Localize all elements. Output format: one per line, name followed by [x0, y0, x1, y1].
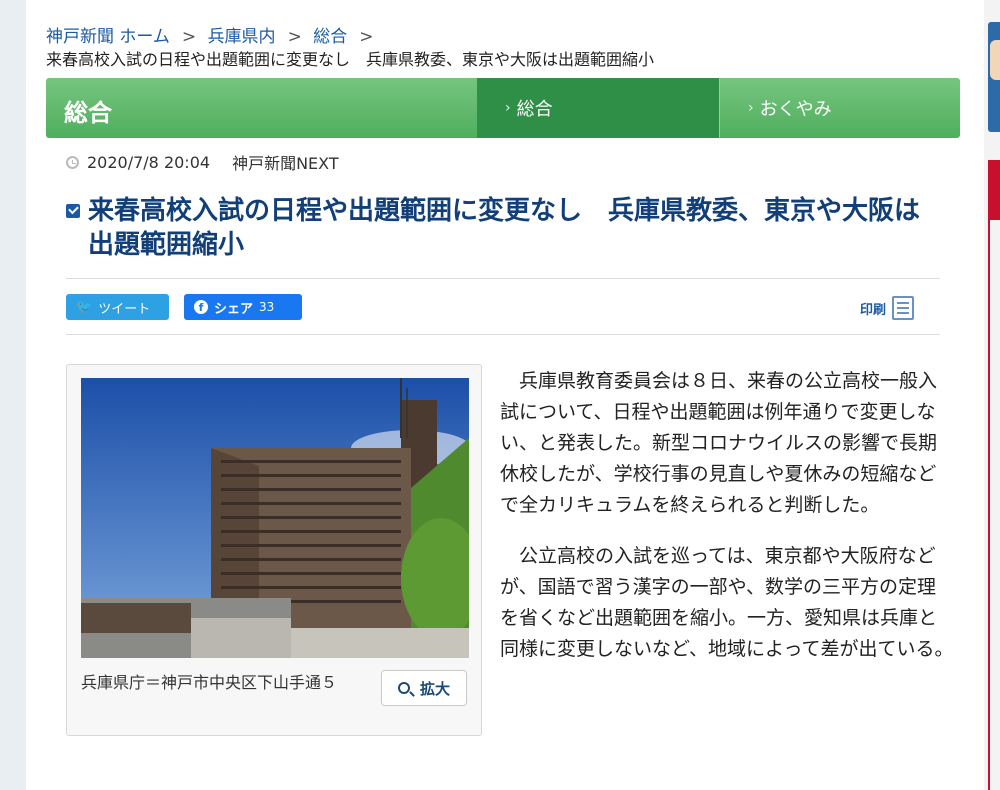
chevron-right-icon: ›: [748, 100, 754, 116]
divider: [66, 334, 940, 335]
breadcrumb-current-article: 来春高校入試の日程や出題範囲に変更なし 兵庫県教委、東京や大阪は出題範囲縮小: [46, 50, 655, 69]
tab-general[interactable]: › 総合: [477, 78, 719, 138]
magnifier-icon: [397, 682, 410, 694]
section-title: 総合: [64, 99, 112, 127]
tab-obituaries[interactable]: › おくやみ: [719, 78, 960, 138]
tab-label: 総合: [516, 99, 553, 120]
publish-datetime: 2020/7/8 20:04: [87, 152, 211, 172]
building-photo[interactable]: [81, 378, 469, 658]
share-count: 33: [259, 300, 275, 314]
article-headline: 来春高校入試の日程や出題範囲に変更なし 兵庫県教委、東京や大阪は出題範囲縮小: [66, 194, 936, 262]
twitter-icon: 🐦: [76, 299, 93, 315]
facebook-share-button[interactable]: f シェア 33: [184, 294, 302, 320]
tab-label: おくやみ: [759, 99, 832, 120]
side-banner: [988, 160, 1000, 220]
article-paragraph: 公立高校の入試を巡っては、東京都や大阪府などが、国語で習う漢字の一部や、数学の三…: [500, 545, 954, 660]
breadcrumb-separator: >: [181, 27, 197, 47]
tweet-button[interactable]: 🐦 ツイート: [66, 294, 169, 320]
breadcrumb-separator: >: [359, 27, 374, 47]
right-rail: [984, 0, 1000, 790]
zoom-button[interactable]: 拡大: [381, 670, 467, 706]
headline-text: 来春高校入試の日程や出題範囲に変更なし 兵庫県教委、東京や大阪は出題範囲縮小: [88, 196, 921, 260]
article-figure: 兵庫県庁＝神戸市中央区下山手通５ 拡大: [66, 364, 482, 736]
clock-icon: [66, 155, 79, 169]
zoom-label: 拡大: [419, 679, 450, 698]
facebook-icon: f: [194, 300, 208, 314]
share-label: シェア: [214, 301, 254, 317]
print-icon: [892, 296, 915, 320]
breadcrumb-separator: >: [287, 27, 302, 47]
side-frame: [988, 220, 1000, 790]
checkbox-icon: [66, 204, 80, 218]
page-content: 神戸新聞 ホーム > 兵庫県内 > 総合 > 来春高校入試の日程や出題範囲に変更なし …: [26, 0, 984, 790]
section-navbar: 総合 › 総合 › おくやみ: [46, 78, 960, 138]
print-label: 印刷: [860, 302, 887, 318]
tweet-label: ツイート: [98, 301, 151, 317]
breadcrumb-hyogo[interactable]: 兵庫県内: [208, 27, 276, 47]
article-source: 神戸新聞NEXT: [232, 154, 339, 173]
photo-caption: 兵庫県庁＝神戸市中央区下山手通５: [81, 673, 338, 692]
side-avatar: [988, 22, 1000, 132]
chevron-right-icon: ›: [505, 100, 511, 116]
divider: [66, 278, 940, 279]
print-button[interactable]: 印刷: [860, 296, 915, 320]
article-body: 兵庫県教育委員会は８日、来春の公立高校一般入試について、日程や出題範囲は例年通り…: [500, 366, 954, 685]
breadcrumb-home[interactable]: 神戸新聞 ホーム: [46, 27, 170, 47]
breadcrumb-general[interactable]: 総合: [313, 27, 347, 47]
article-meta: 2020/7/8 20:04 神戸新聞NEXT: [66, 150, 339, 174]
breadcrumb: 神戸新聞 ホーム > 兵庫県内 > 総合 >: [46, 22, 379, 47]
article-paragraph: 兵庫県教育委員会は８日、来春の公立高校一般入試について、日程や出題範囲は例年通り…: [500, 370, 938, 516]
